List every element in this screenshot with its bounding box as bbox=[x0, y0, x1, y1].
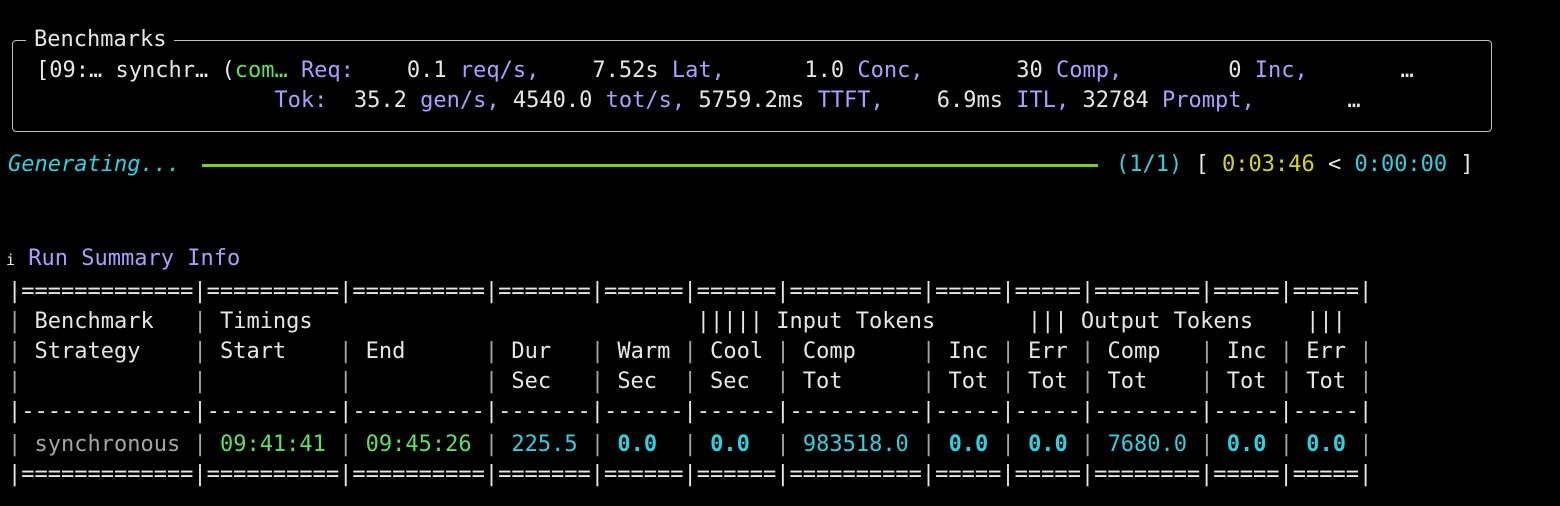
cell-dur: 225.5 bbox=[511, 432, 578, 457]
remaining-time: 0:00:00 bbox=[1354, 152, 1448, 177]
elapsed-time: 0:03:46 bbox=[1221, 152, 1315, 177]
run-summary-title: Run Summary Info bbox=[28, 246, 241, 271]
info-icon: i bbox=[6, 251, 16, 269]
table-border-top: |=============|==========|==========|===… bbox=[8, 279, 1373, 304]
cell-end: 09:45:26 bbox=[365, 432, 472, 457]
more-ellipsis: … bbox=[1400, 58, 1414, 83]
table-header-row-3: | | | | Sec | Sec | Sec | Tot | Tot | To… bbox=[8, 369, 1373, 394]
table-row: | synchronous | 09:41:41 | 09:45:26 | 22… bbox=[8, 432, 1373, 457]
tok-label: Tok: bbox=[274, 88, 328, 113]
cell-input-comp: 983518.0 bbox=[802, 432, 909, 457]
progress-status: (1/1) [ 0:03:46 < 0:00:00 ] bbox=[1116, 152, 1474, 177]
status: com… bbox=[234, 58, 288, 83]
benchmark-tok-row: Tok: 35.2 gen/s, 4540.0 tot/s, 5759.2ms … bbox=[274, 88, 1361, 113]
cell-strategy: synchronous bbox=[34, 432, 181, 457]
progress-bar bbox=[202, 164, 1098, 167]
table-header-row-2: | Strategy | Start | End | Dur | Warm | … bbox=[8, 339, 1373, 364]
run-summary-heading: i Run Summary Info bbox=[6, 244, 240, 274]
table-header-divider: |-------------|----------|----------|---… bbox=[8, 399, 1373, 424]
header-output-tokens: Output Tokens bbox=[1080, 309, 1254, 334]
table-border-bottom: |=============|==========|==========|===… bbox=[8, 462, 1373, 487]
cell-start: 09:41:41 bbox=[219, 432, 326, 457]
cell-input-err: 0.0 bbox=[1028, 432, 1068, 457]
req-label: Req: bbox=[300, 58, 354, 83]
timestamp: [09:… bbox=[36, 58, 103, 83]
cell-input-inc: 0.0 bbox=[948, 432, 989, 457]
cell-output-inc: 0.0 bbox=[1226, 432, 1267, 457]
cell-cool: 0.0 bbox=[710, 432, 750, 457]
strategy: synchr… bbox=[115, 58, 209, 83]
progress-count: (1/1) bbox=[1116, 152, 1183, 177]
panel-title: Benchmarks bbox=[26, 26, 175, 54]
header-timings: Timings bbox=[219, 309, 313, 334]
cell-warm: 0.0 bbox=[617, 432, 658, 457]
benchmark-req-row: [09:… synchr… (com… Req: 0.1 req/s, 7.52… bbox=[36, 58, 1414, 83]
more-ellipsis: … bbox=[1347, 88, 1361, 113]
header-benchmark: Benchmark bbox=[34, 309, 154, 334]
cell-output-comp: 7680.0 bbox=[1107, 432, 1188, 457]
progress-label: Generating... bbox=[8, 152, 181, 177]
cell-output-err: 0.0 bbox=[1306, 432, 1347, 457]
header-input-tokens: Input Tokens bbox=[776, 309, 936, 334]
table-header-row-1: | Benchmark | Timings ||||| Input Tokens… bbox=[8, 309, 1346, 334]
